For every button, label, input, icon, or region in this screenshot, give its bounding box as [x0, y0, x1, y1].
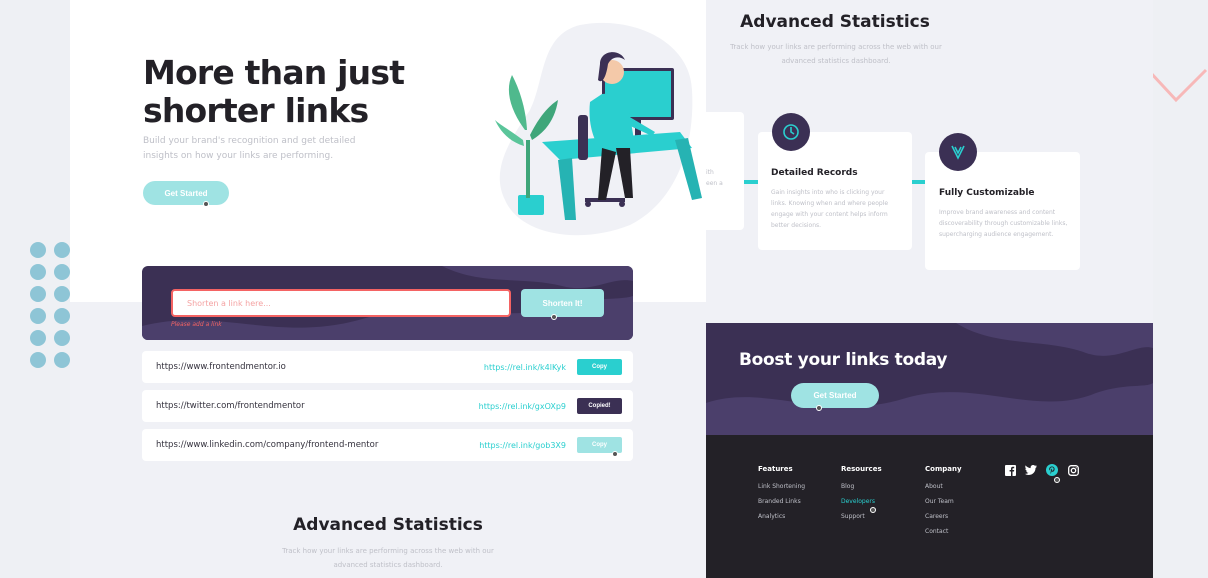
- card-text-fragment: ith: [706, 169, 714, 176]
- shorten-url-input[interactable]: Shorten a link here...: [171, 289, 511, 317]
- footer-link[interactable]: Contact: [925, 528, 962, 543]
- statistics-description: Track how your links are performing acro…: [282, 547, 494, 569]
- pen-tool-icon: [939, 133, 977, 171]
- hero-description: Build your brand's recognition and get d…: [143, 136, 356, 161]
- footer-link[interactable]: Our Team: [925, 498, 962, 513]
- footer-link[interactable]: Link Shortening: [758, 483, 805, 498]
- footer-link[interactable]: Branded Links: [758, 498, 805, 513]
- records-icon: [772, 113, 810, 151]
- working-illustration: [495, 22, 702, 236]
- original-url: https://www.linkedin.com/company/fronten…: [156, 440, 379, 450]
- result-row: https://twitter.com/frontendmentor https…: [142, 390, 633, 422]
- original-url: https://twitter.com/frontendmentor: [156, 401, 305, 411]
- mouse-cursor: [551, 314, 557, 320]
- mouse-cursor: [1054, 477, 1060, 483]
- short-url[interactable]: https://rel.ink/gob3X9: [479, 441, 566, 450]
- shorten-form: Shorten a link here... Please add a link…: [142, 266, 633, 340]
- landing-page-bottom: Advanced Statistics Track how your links…: [706, 0, 1153, 578]
- boost-get-started-button[interactable]: Get Started: [791, 383, 879, 408]
- result-row: https://www.linkedin.com/company/fronten…: [142, 429, 633, 461]
- footer-link[interactable]: Support: [841, 513, 882, 528]
- footer-heading: Features: [758, 465, 793, 473]
- footer-heading: Resources: [841, 465, 882, 473]
- twitter-icon[interactable]: [1025, 464, 1037, 476]
- card-title: Fully Customizable: [939, 188, 1035, 198]
- footer-link[interactable]: Analytics: [758, 513, 805, 528]
- copy-button[interactable]: Copy: [577, 359, 622, 375]
- instagram-icon[interactable]: [1067, 464, 1079, 476]
- card-text: Improve brand awareness and content disc…: [939, 209, 1068, 238]
- statistics-title: Advanced Statistics: [293, 515, 483, 535]
- boost-background-shape: [706, 323, 1153, 435]
- copied-button[interactable]: Copied!: [577, 398, 622, 414]
- short-url[interactable]: https://rel.ink/gxOXp9: [479, 402, 566, 411]
- mouse-cursor: [870, 507, 876, 513]
- stat-card-detailed-records: Gain insights into who is clicking your …: [758, 132, 912, 250]
- statistics-description: Track how your links are performing acro…: [730, 43, 942, 65]
- mouse-cursor: [203, 201, 209, 207]
- mouse-cursor: [816, 405, 822, 411]
- stat-card-fully-customizable: Fully Customizable Improve brand awarene…: [925, 152, 1080, 270]
- card-text-fragment: een a: [706, 180, 723, 187]
- landing-page-top: More than just shorter links Build your …: [70, 0, 706, 578]
- hero-title: More than just shorter links: [143, 53, 405, 130]
- footer-link[interactable]: Careers: [925, 513, 962, 528]
- footer-column-features: Features Link Shortening Branded Links A…: [758, 465, 805, 528]
- card-text: Gain insights into who is clicking your …: [771, 189, 889, 229]
- card-title: Detailed Records: [771, 168, 858, 178]
- shorten-error-message: Please add a link: [171, 321, 222, 328]
- decorative-chevron: [1148, 68, 1208, 103]
- result-row: https://www.frontendmentor.io https://re…: [142, 351, 633, 383]
- footer: Features Link Shortening Branded Links A…: [706, 435, 1153, 578]
- facebook-icon[interactable]: [1004, 464, 1016, 476]
- original-url: https://www.frontendmentor.io: [156, 362, 286, 372]
- get-started-button[interactable]: Get Started: [143, 181, 229, 205]
- social-links: [1004, 464, 1079, 476]
- short-url[interactable]: https://rel.ink/k4lKyk: [484, 363, 566, 372]
- mouse-cursor: [612, 451, 618, 457]
- boost-title: Boost your links today: [739, 350, 948, 370]
- footer-link[interactable]: Blog: [841, 483, 882, 498]
- statistics-title: Advanced Statistics: [740, 12, 930, 32]
- footer-column-company: Company About Our Team Careers Contact: [925, 465, 962, 543]
- decorative-dots: [30, 242, 72, 368]
- stat-card-brand-recognition: ith een a: [706, 112, 744, 230]
- footer-heading: Company: [925, 465, 962, 473]
- boost-section: Boost your links today Get Started: [706, 323, 1153, 435]
- shorten-it-button[interactable]: Shorten It!: [521, 289, 604, 317]
- footer-column-resources: Resources Blog Developers Support: [841, 465, 882, 528]
- footer-link[interactable]: About: [925, 483, 962, 498]
- pinterest-icon[interactable]: [1046, 464, 1058, 476]
